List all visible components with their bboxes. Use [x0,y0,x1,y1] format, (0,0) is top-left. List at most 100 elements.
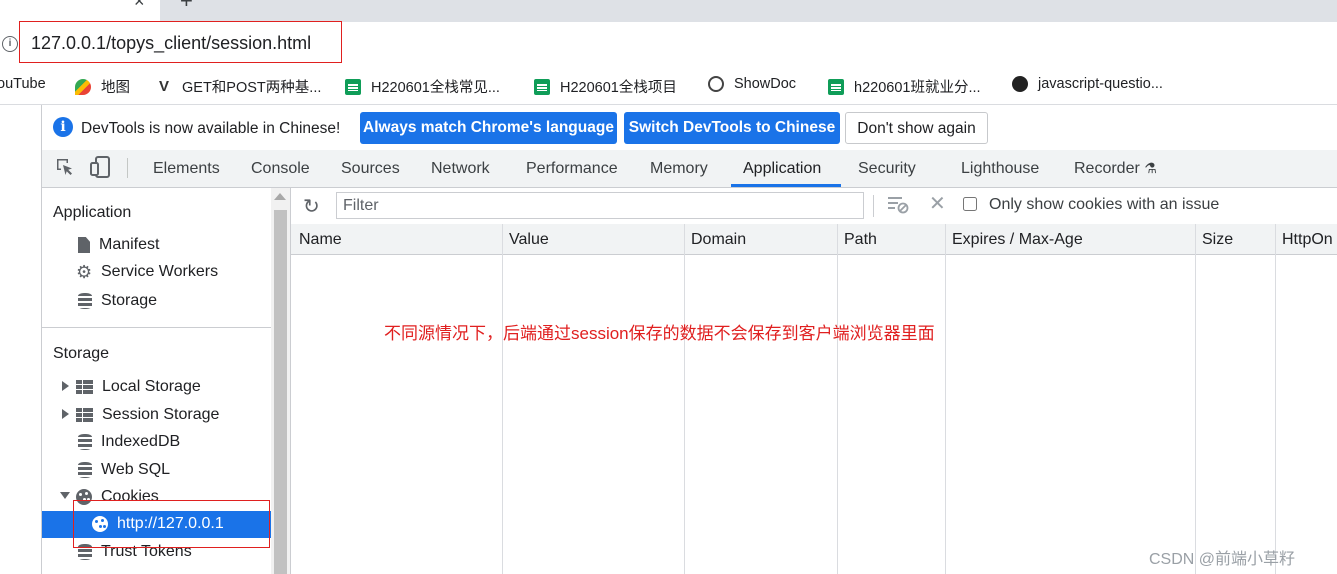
sidebar-divider [42,327,271,328]
only-issue-checkbox[interactable] [963,197,977,211]
expand-arrow-icon[interactable] [62,409,69,419]
tab-console[interactable]: Console [251,160,310,178]
sidebar-item-label: Session Storage [102,406,220,423]
refresh-icon[interactable]: ↻ [303,194,320,219]
column-header-size[interactable]: Size [1202,231,1233,249]
sidebar-item-label: IndexedDB [101,433,181,450]
sidebar-item-storage[interactable]: Storage [78,292,157,310]
column-divider[interactable] [837,224,838,574]
clear-all-icon[interactable]: ✕ [929,191,946,216]
bookmark-h220601-common[interactable]: H220601全栈常见... [345,76,500,97]
sidebar-item-label: Manifest [99,236,160,253]
tab-strip [0,0,1337,22]
cookie-highlight-box [73,500,270,548]
page-content-area [0,105,42,574]
sidebar-item-session-storage[interactable]: Session Storage [76,406,219,424]
column-header-value[interactable]: Value [509,231,549,249]
inspect-element-icon[interactable] [56,158,74,176]
device-toolbar-icon[interactable] [90,156,110,178]
table-icon [76,408,93,422]
tab-network[interactable]: Network [431,160,490,178]
filter-input[interactable] [336,192,864,219]
sidebar-item-indexeddb[interactable]: IndexedDB [78,433,180,451]
globe-icon [708,76,724,92]
column-header-path[interactable]: Path [844,231,877,249]
always-match-language-button[interactable]: Always match Chrome's language [360,112,617,144]
tab-recorder-label: Recorder [1074,160,1140,177]
bookmark-label: H220601全栈项目 [560,80,677,96]
tab-performance[interactable]: Performance [526,160,618,178]
expand-arrow-icon[interactable] [62,381,69,391]
bookmark-label: javascript-questio... [1038,76,1163,92]
bookmark-youtube[interactable]: ouTube [0,76,46,92]
database-icon [78,293,92,309]
sidebar-heading-application: Application [53,204,132,221]
close-tab-icon[interactable]: × [134,0,145,10]
scroll-up-arrow-icon[interactable] [274,193,286,200]
tab-elements[interactable]: Elements [153,160,220,178]
bookmark-showdoc[interactable]: ShowDoc [708,76,796,92]
switch-to-chinese-button[interactable]: Switch DevTools to Chinese [624,112,840,144]
column-header-httponly[interactable]: HttpOn [1282,231,1333,249]
sidebar-item-label: Web SQL [101,461,171,478]
sidebar-item-service-workers[interactable]: ⚙ Service Workers [76,263,218,281]
tab-lighthouse[interactable]: Lighthouse [961,160,1039,178]
gear-icon: ⚙ [76,262,93,282]
url-highlight-box [19,21,342,63]
bookmark-label: 地图 [101,80,130,96]
bookmark-label: h220601班就业分... [854,80,981,96]
toolbar-separator [127,158,128,178]
info-icon: i [53,117,73,137]
sheets-icon [828,78,844,95]
sidebar-heading-storage: Storage [53,345,110,362]
flask-icon: ⚗ [1144,160,1157,176]
active-tab-indicator [731,184,841,187]
document-icon [78,237,90,253]
collapse-arrow-icon[interactable] [60,492,70,499]
infobar-message: DevTools is now available in Chinese! [81,120,341,137]
tab-application[interactable]: Application [743,160,821,178]
column-divider[interactable] [945,224,946,574]
clear-filtered-cookies-icon[interactable] [887,194,909,214]
sheets-icon [534,78,550,95]
sidebar-item-manifest[interactable]: Manifest [78,236,159,254]
bookmark-label: ouTube [0,76,46,92]
table-icon [76,380,93,394]
sidebar-item-label: Service Workers [101,263,219,280]
bookmark-label: H220601全栈常见... [371,80,500,96]
bookmark-label: GET和POST两种基... [182,80,322,96]
site-info-icon[interactable]: i [2,36,18,52]
column-header-expires[interactable]: Expires / Max-Age [952,231,1083,249]
bookmark-javascript-questions[interactable]: javascript-questio... [1012,76,1163,92]
github-icon [1012,76,1028,92]
sheets-icon [345,78,361,95]
database-icon [78,462,92,478]
bookmark-h220601-jobs[interactable]: h220601班就业分... [828,76,981,97]
column-header-name[interactable]: Name [299,231,342,249]
sidebar-item-local-storage[interactable]: Local Storage [76,378,201,396]
bookmark-get-post[interactable]: V GET和POST两种基... [156,76,321,97]
column-header-domain[interactable]: Domain [691,231,746,249]
column-divider[interactable] [1275,224,1276,574]
sidebar-item-web-sql[interactable]: Web SQL [78,461,170,479]
column-divider[interactable] [1195,224,1196,574]
bookmark-h220601-project[interactable]: H220601全栈项目 [534,76,677,97]
sidebar-item-label: Storage [101,292,158,309]
column-divider[interactable] [502,224,503,574]
scrollbar-thumb[interactable] [274,210,287,574]
database-icon [78,434,92,450]
dont-show-again-button[interactable]: Don't show again [845,112,988,144]
bookmark-maps[interactable]: 地图 [75,76,130,97]
bookmark-label: ShowDoc [734,76,797,92]
new-tab-icon[interactable]: + [180,0,193,12]
watermark-text: CSDN @前端小草籽 [1149,551,1296,568]
tab-security[interactable]: Security [858,160,916,178]
tab-recorder[interactable]: Recorder ⚗ [1074,160,1157,178]
tab-memory[interactable]: Memory [650,160,708,178]
v-logo-icon: V [158,77,169,95]
maps-icon [75,78,91,95]
tab-sources[interactable]: Sources [341,160,400,178]
column-divider[interactable] [684,224,685,574]
cookies-table-header [291,224,1337,255]
sidebar-item-label: Local Storage [102,378,201,395]
